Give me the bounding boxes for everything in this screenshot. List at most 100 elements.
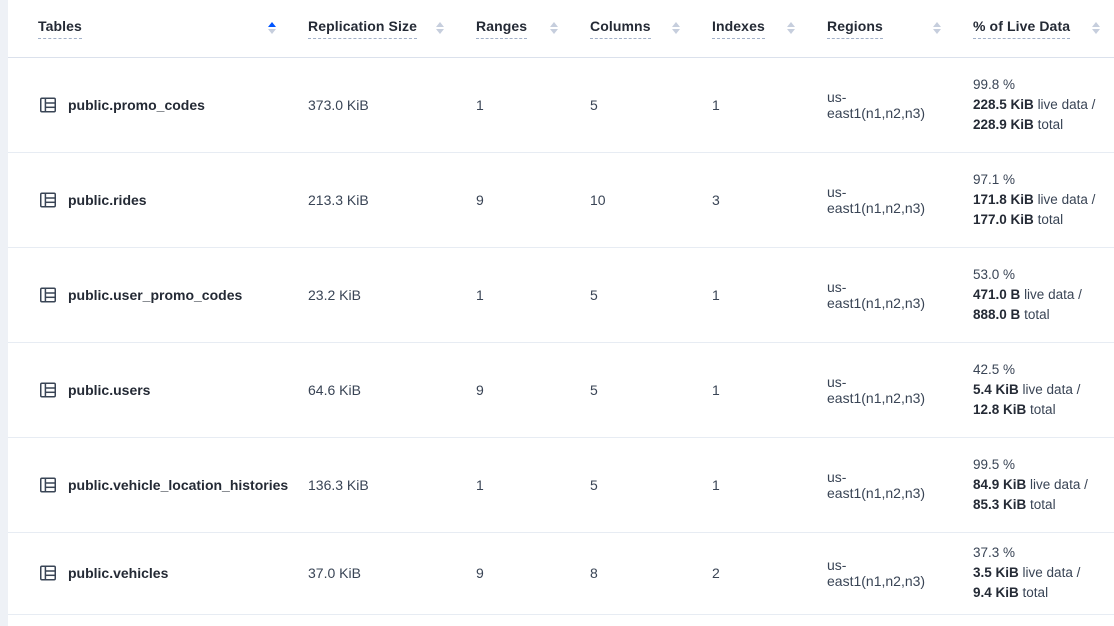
total-size: 177.0 KiB — [973, 212, 1034, 227]
indexes-cell: 3 — [694, 152, 809, 247]
column-header-ranges[interactable]: Ranges — [458, 0, 572, 57]
column-header-indexes[interactable]: Indexes — [694, 0, 809, 57]
columns-cell: 10 — [572, 152, 694, 247]
replication-size-cell: 136.3 KiB — [290, 437, 458, 532]
table-header: Tables Replication Size Ranges — [8, 0, 1114, 57]
sort-asc-icon[interactable] — [268, 22, 276, 34]
live-data-cell: 99.8 % 228.5 KiB live data / 228.9 KiB t… — [955, 57, 1114, 152]
table-name-cell: public.user_promo_codes — [8, 247, 290, 342]
ranges-cell: 1 — [458, 437, 572, 532]
tables-list: Tables Replication Size Ranges — [8, 0, 1114, 615]
total-size: 9.4 KiB — [973, 585, 1019, 600]
columns-cell: 5 — [572, 57, 694, 152]
live-data-cell: 53.0 % 471.0 B live data / 888.0 B total — [955, 247, 1114, 342]
column-header-label: % of Live Data — [973, 18, 1070, 39]
live-label: live data / — [1023, 382, 1081, 397]
live-percent: 99.8 % — [973, 75, 1100, 95]
regions-cell: us-east1(n1,n2,n3) — [809, 152, 955, 247]
table-icon — [38, 95, 58, 115]
table-icon — [38, 190, 58, 210]
sort-icon[interactable] — [787, 22, 795, 34]
column-header-label: Tables — [38, 18, 82, 39]
table-name-cell: public.rides — [8, 152, 290, 247]
live-label: live data / — [1038, 97, 1096, 112]
table-name-cell: public.users — [8, 342, 290, 437]
header-row: Tables Replication Size Ranges — [8, 0, 1114, 57]
indexes-cell: 1 — [694, 247, 809, 342]
column-header-label: Replication Size — [308, 18, 417, 39]
live-data-cell: 42.5 % 5.4 KiB live data / 12.8 KiB tota… — [955, 342, 1114, 437]
sort-icon[interactable] — [436, 22, 444, 34]
table-name-link[interactable]: public.user_promo_codes — [68, 287, 242, 303]
total-size: 888.0 B — [973, 307, 1020, 322]
table-icon — [38, 380, 58, 400]
replication-size-cell: 64.6 KiB — [290, 342, 458, 437]
column-header-label: Indexes — [712, 18, 765, 39]
table-row: public.user_promo_codes 23.2 KiB 1 5 1 u… — [8, 247, 1114, 342]
live-size: 3.5 KiB — [973, 565, 1019, 580]
column-header-tables[interactable]: Tables — [8, 0, 290, 57]
table-name-cell: public.vehicles — [8, 532, 290, 614]
live-size: 171.8 KiB — [973, 192, 1034, 207]
ranges-cell: 9 — [458, 532, 572, 614]
column-header-label: Columns — [590, 18, 651, 39]
live-percent: 53.0 % — [973, 265, 1100, 285]
live-label: live data / — [1030, 477, 1088, 492]
replication-size-cell: 23.2 KiB — [290, 247, 458, 342]
live-size: 5.4 KiB — [973, 382, 1019, 397]
live-size: 471.0 B — [973, 287, 1020, 302]
table-row: public.rides 213.3 KiB 9 10 3 us-east1(n… — [8, 152, 1114, 247]
live-size: 84.9 KiB — [973, 477, 1026, 492]
live-percent: 37.3 % — [973, 543, 1100, 563]
total-label: total — [1023, 585, 1049, 600]
indexes-cell: 1 — [694, 437, 809, 532]
ranges-cell: 1 — [458, 247, 572, 342]
table-name-link[interactable]: public.rides — [68, 192, 147, 208]
total-label: total — [1038, 117, 1064, 132]
column-header-regions[interactable]: Regions — [809, 0, 955, 57]
table-name-cell: public.vehicle_location_histories — [8, 437, 290, 532]
live-label: live data / — [1023, 565, 1081, 580]
sort-icon[interactable] — [1092, 22, 1100, 34]
table-name-link[interactable]: public.promo_codes — [68, 97, 205, 113]
total-label: total — [1024, 307, 1050, 322]
live-percent: 99.5 % — [973, 455, 1100, 475]
column-header-label: Regions — [827, 18, 883, 39]
regions-cell: us-east1(n1,n2,n3) — [809, 247, 955, 342]
total-size: 85.3 KiB — [973, 497, 1026, 512]
replication-size-cell: 37.0 KiB — [290, 532, 458, 614]
table-name-link[interactable]: public.vehicle_location_histories — [68, 477, 288, 493]
table-row: public.vehicle_location_histories 136.3 … — [8, 437, 1114, 532]
ranges-cell: 1 — [458, 57, 572, 152]
sort-icon[interactable] — [933, 22, 941, 34]
live-label: live data / — [1024, 287, 1082, 302]
columns-cell: 8 — [572, 532, 694, 614]
total-label: total — [1030, 402, 1056, 417]
column-header-replication-size[interactable]: Replication Size — [290, 0, 458, 57]
table-row: public.vehicles 37.0 KiB 9 8 2 us-east1(… — [8, 532, 1114, 614]
indexes-cell: 2 — [694, 532, 809, 614]
column-header-live-data[interactable]: % of Live Data — [955, 0, 1114, 57]
regions-cell: us-east1(n1,n2,n3) — [809, 342, 955, 437]
column-header-columns[interactable]: Columns — [572, 0, 694, 57]
sort-icon[interactable] — [550, 22, 558, 34]
column-header-label: Ranges — [476, 18, 527, 39]
sort-icon[interactable] — [672, 22, 680, 34]
table-name-link[interactable]: public.vehicles — [68, 565, 168, 581]
columns-cell: 5 — [572, 247, 694, 342]
columns-cell: 5 — [572, 342, 694, 437]
regions-cell: us-east1(n1,n2,n3) — [809, 437, 955, 532]
live-label: live data / — [1038, 192, 1096, 207]
ranges-cell: 9 — [458, 342, 572, 437]
live-data-cell: 37.3 % 3.5 KiB live data / 9.4 KiB total — [955, 532, 1114, 614]
table-name-link[interactable]: public.users — [68, 382, 150, 398]
replication-size-cell: 213.3 KiB — [290, 152, 458, 247]
live-size: 228.5 KiB — [973, 97, 1034, 112]
regions-cell: us-east1(n1,n2,n3) — [809, 532, 955, 614]
table-row: public.promo_codes 373.0 KiB 1 5 1 us-ea… — [8, 57, 1114, 152]
indexes-cell: 1 — [694, 57, 809, 152]
table-icon — [38, 563, 58, 583]
tables-page: Tables Replication Size Ranges — [0, 0, 1114, 626]
table-name-cell: public.promo_codes — [8, 57, 290, 152]
regions-cell: us-east1(n1,n2,n3) — [809, 57, 955, 152]
